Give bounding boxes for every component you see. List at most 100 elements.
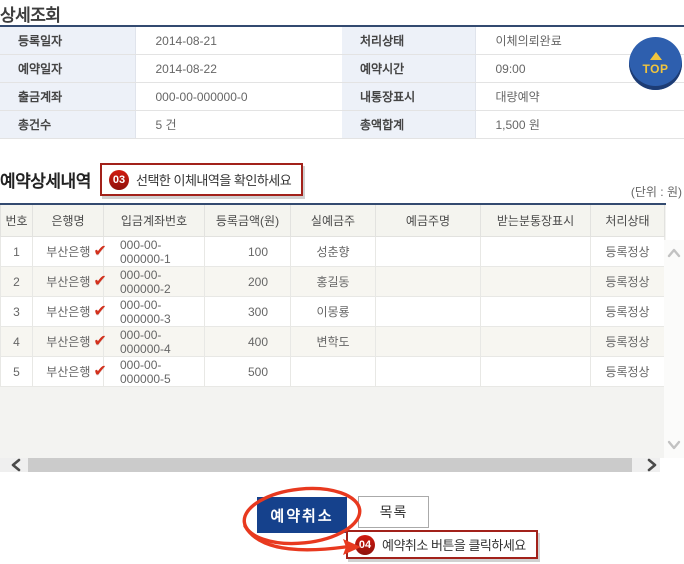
summary-label: 총액합계 (342, 110, 476, 139)
amount: 500 (204, 356, 291, 387)
bank-name-label: 부산은행 (46, 305, 91, 319)
summary-label: 내통장표시 (342, 82, 476, 111)
step-number-badge: 03 (109, 169, 129, 190)
chevron-up-icon[interactable] (667, 248, 681, 258)
guide-callout-step3: 03 선택한 이체내역을 확인하세요 (100, 163, 304, 196)
column-header: 은행명 (32, 205, 104, 237)
bank-name: 부산은행 ✔ (32, 326, 107, 357)
depositor-name (375, 356, 481, 387)
amount: 200 (204, 266, 291, 297)
actual-holder: 성춘향 (290, 236, 376, 267)
bank-name-label: 부산은행 (46, 335, 91, 349)
summary-label: 예약일자 (0, 54, 136, 83)
summary-label: 총건수 (0, 110, 136, 139)
summary-table: 등록일자 2014-08-21 처리상태 이체의뢰완료 예약일자 2014-08-22 예약… (0, 25, 684, 139)
check-icon: ✔ (93, 242, 107, 260)
bank-name-label: 부산은행 (46, 245, 91, 259)
status: 등록정상 (590, 296, 665, 327)
bank-name: 부산은행 ✔ (32, 266, 107, 297)
chevron-down-icon[interactable] (667, 440, 681, 450)
account-number: 000-00-000000-4 (103, 326, 205, 357)
bank-name: 부산은행 ✔ (32, 356, 107, 387)
summary-label: 등록일자 (0, 26, 136, 55)
guide-callout-step4: 04 예약취소 버튼을 클릭하세요 (346, 530, 538, 559)
summary-value: 2014-08-21 (135, 26, 342, 55)
bank-name: 부산은행 ✔ (32, 296, 107, 327)
column-header: 번호 (0, 205, 33, 237)
depositor-name (375, 266, 481, 297)
step-number-badge: 04 (355, 534, 375, 555)
summary-value: 1,500 원 (475, 110, 684, 139)
check-icon: ✔ (93, 272, 107, 290)
actual-holder: 홍길동 (290, 266, 376, 297)
summary-row: 총건수 5 건 총액합계 1,500 원 (0, 110, 684, 139)
status: 등록정상 (590, 326, 665, 357)
status: 등록정상 (590, 236, 665, 267)
actual-holder: 이몽룡 (290, 296, 376, 327)
table-row[interactable]: 3 부산은행 ✔ 000-00-000000-3 300 이몽룡 등록정상 (0, 296, 665, 327)
depositor-name (375, 326, 481, 357)
chevron-right-icon[interactable] (638, 458, 662, 472)
scrollbar-thumb[interactable] (28, 458, 632, 472)
passbook-note (480, 236, 591, 267)
page-title: 상세조회 (0, 6, 61, 25)
column-header: 실예금주 (290, 205, 376, 237)
summary-label: 예약시간 (342, 54, 476, 83)
cancel-reservation-button[interactable]: 예약취소 (257, 497, 347, 533)
account-number: 000-00-000000-1 (103, 236, 205, 267)
amount: 300 (204, 296, 291, 327)
table-row[interactable]: 2 부산은행 ✔ 000-00-000000-2 200 홍길동 등록정상 (0, 266, 665, 297)
column-header: 등록금액(원) (204, 205, 291, 237)
row-number: 3 (0, 296, 33, 327)
check-icon: ✔ (93, 302, 107, 320)
check-icon: ✔ (93, 332, 107, 350)
guide-text: 선택한 이체내역을 확인하세요 (136, 173, 292, 188)
summary-label: 처리상태 (342, 26, 476, 55)
depositor-name (375, 296, 481, 327)
amount: 100 (204, 236, 291, 267)
table-row[interactable]: 5 부산은행 ✔ 000-00-000000-5 500 등록정상 (0, 356, 665, 387)
bank-name: 부산은행 ✔ (32, 236, 107, 267)
depositor-name (375, 236, 481, 267)
actual-holder: 변학도 (290, 326, 376, 357)
section-title: 예약상세내역 (0, 172, 91, 191)
summary-value: 5 건 (135, 110, 342, 139)
column-header: 받는분통장표시 (480, 205, 591, 237)
column-header: 입금계좌번호 (103, 205, 205, 237)
summary-row: 등록일자 2014-08-21 처리상태 이체의뢰완료 (0, 26, 684, 55)
scroll-to-top-button[interactable]: TOP (629, 37, 682, 90)
column-header: 예금주명 (375, 205, 481, 237)
guide-text: 예약취소 버튼을 클릭하세요 (382, 538, 526, 553)
vertical-scrollbar[interactable] (664, 240, 684, 458)
summary-row: 출금계좌 000-00-000000-0 내통장표시 대량예약 (0, 82, 684, 111)
chevron-left-icon[interactable] (6, 458, 30, 472)
detail-table-header-row: 번호 은행명 입금계좌번호 등록금액(원) 실예금주 예금주명 받는분통장표시 처리상태 (0, 205, 665, 237)
row-number: 4 (0, 326, 33, 357)
bank-name-label: 부산은행 (46, 275, 91, 289)
passbook-note (480, 326, 591, 357)
account-number: 000-00-000000-3 (103, 296, 205, 327)
actual-holder (290, 356, 376, 387)
account-number: 000-00-000000-5 (103, 356, 205, 387)
status: 등록정상 (590, 266, 665, 297)
table-row[interactable]: 4 부산은행 ✔ 000-00-000000-4 400 변학도 등록정상 (0, 326, 665, 357)
bank-name-label: 부산은행 (46, 365, 91, 379)
summary-value: 2014-08-22 (135, 54, 342, 83)
summary-row: 예약일자 2014-08-22 예약시간 09:00 (0, 54, 684, 83)
column-header: 처리상태 (590, 205, 665, 237)
passbook-note (480, 356, 591, 387)
table-row[interactable]: 1 부산은행 ✔ 000-00-000000-1 100 성춘향 등록정상 (0, 236, 665, 267)
passbook-note (480, 296, 591, 327)
account-number: 000-00-000000-2 (103, 266, 205, 297)
unit-note: (단위 : 원) (630, 185, 682, 199)
amount: 400 (204, 326, 291, 357)
summary-value: 000-00-000000-0 (135, 82, 342, 111)
list-button[interactable]: 목록 (358, 496, 429, 528)
detail-table-viewport: 번호 은행명 입금계좌번호 등록금액(원) 실예금주 예금주명 받는분통장표시 처리상태 1부… (0, 203, 666, 458)
horizontal-scrollbar[interactable] (0, 458, 660, 472)
passbook-note (480, 266, 591, 297)
top-button-label: TOP (642, 61, 669, 76)
row-number: 5 (0, 356, 33, 387)
status: 등록정상 (590, 356, 665, 387)
detail-table: 번호 은행명 입금계좌번호 등록금액(원) 실예금주 예금주명 받는분통장표시 처리상태 1부… (0, 205, 665, 387)
